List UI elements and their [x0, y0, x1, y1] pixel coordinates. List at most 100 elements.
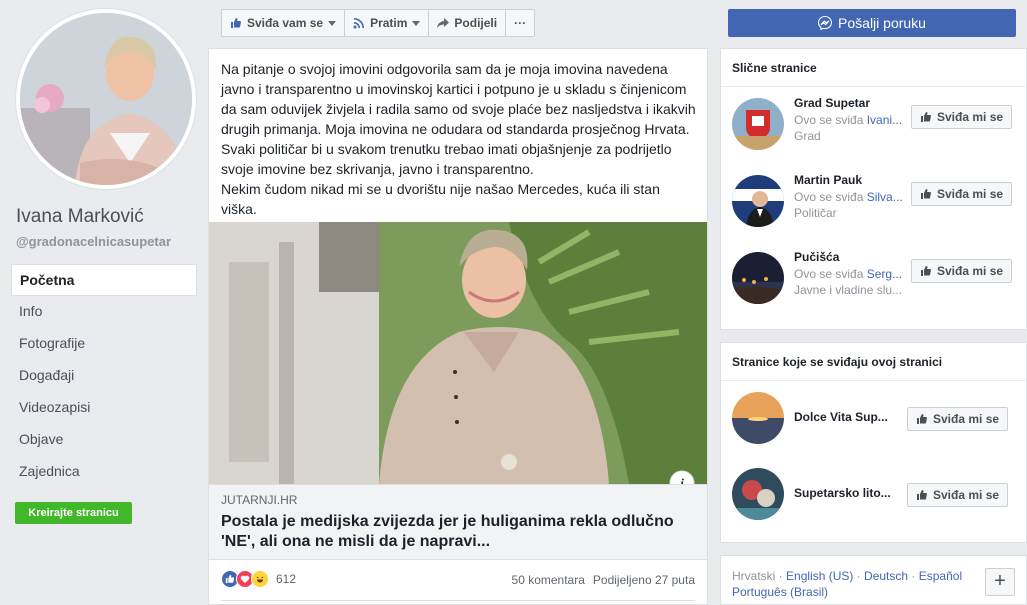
chevron-down-icon [328, 20, 337, 26]
page-nav: Početna Info Fotografije Događaji Videoz… [11, 264, 197, 488]
nav-item-events[interactable]: Događaji [11, 360, 197, 392]
like-page-button[interactable]: Sviđa mi se [911, 105, 1013, 129]
page-avatar[interactable] [732, 392, 784, 444]
like-button-label: Sviđa mi se [933, 488, 1000, 502]
thumbs-up-icon [917, 490, 927, 500]
link-domain: JUTARNJI.HR [221, 493, 298, 507]
post-paragraph: Nekim čudom nikad mi se u dvorištu nije … [221, 181, 660, 217]
current-language: Hrvatski [732, 569, 776, 583]
page-likes: Ovo se sviđa Serg... [794, 267, 903, 281]
post-message: Na pitanje o svojoj imovini odgovorila s… [221, 59, 699, 219]
chevron-down-icon [412, 20, 421, 26]
friend-link[interactable]: Silva... [867, 190, 903, 204]
page-name[interactable]: Dolce Vita Sup... [794, 410, 888, 424]
comment-count[interactable]: 50 komentara [512, 573, 585, 587]
share-arrow-icon [437, 18, 450, 28]
page-name[interactable]: Supetarsko lito... [794, 486, 891, 500]
add-language-button[interactable]: + [985, 568, 1015, 596]
like-button-label: Sviđa mi se [937, 187, 1004, 201]
divider [221, 600, 695, 601]
like-button-label: Sviđa mi se [937, 110, 1004, 124]
page-name[interactable]: Martin Pauk [794, 173, 862, 187]
more-options-button[interactable]: ··· [506, 10, 534, 36]
nav-item-community[interactable]: Zajednica [11, 456, 197, 488]
like-page-button[interactable]: Sviđa mi se [907, 407, 1009, 431]
similar-pages-card: Slične stranice Grad Supetar Ovo se sviđ… [720, 48, 1027, 330]
page-avatar[interactable] [732, 98, 784, 150]
page-avatar[interactable] [732, 468, 784, 520]
list-item: Grad Supetar Ovo se sviđa Ivani... Grad … [721, 87, 1026, 164]
friend-link[interactable]: Serg... [867, 267, 902, 281]
page-name[interactable]: Pučišća [794, 250, 839, 264]
language-list: Hrvatski · English (US) · Deutsch · Espa… [732, 569, 963, 599]
link-preview[interactable]: JUTARNJI.HR Postala je medijska zvijezda… [209, 484, 707, 560]
share-label: Podijeli [454, 16, 498, 30]
post-paragraph: Na pitanje o svojoj imovini odgovorila s… [221, 61, 696, 177]
page-category: Grad [794, 129, 821, 143]
create-page-button[interactable]: Kreirajte stranicu [15, 502, 132, 524]
like-page-button[interactable]: Sviđa mi se [911, 259, 1013, 283]
language-link[interactable]: English (US) [786, 569, 853, 583]
list-item: Supetarsko lito... Sviđa mi se [721, 457, 1026, 533]
like-button-label: Sviđa mi se [937, 264, 1004, 278]
page-likes: Ovo se sviđa Ivani... [794, 113, 903, 127]
nav-item-home[interactable]: Početna [11, 264, 197, 296]
page-category: Javne i vladine slu... [794, 283, 903, 297]
follow-button[interactable]: Pratim [345, 10, 430, 36]
page-avatar[interactable] [732, 252, 784, 304]
thumbs-up-icon [231, 18, 241, 28]
page-likes: Ovo se sviđa Silva... [794, 190, 903, 204]
follow-label: Pratim [370, 16, 408, 30]
page-category: Političar [794, 206, 837, 220]
list-item: Martin Pauk Ovo se sviđa Silva... Politi… [721, 164, 1026, 241]
similar-pages-title: Slične stranice [721, 49, 1026, 87]
article-photo [209, 222, 707, 484]
reaction-count: 612 [276, 572, 297, 586]
share-button[interactable]: Podijeli [429, 10, 507, 36]
page-name[interactable]: Grad Supetar [794, 96, 870, 110]
messenger-icon [818, 16, 833, 30]
language-selector: Hrvatski · English (US) · Deutsch · Espa… [720, 555, 1027, 605]
thumbs-up-icon [921, 266, 931, 276]
page-username[interactable]: @gradonacelnicasupetar [16, 234, 171, 249]
page-avatar[interactable] [732, 175, 784, 227]
nav-item-info[interactable]: Info [11, 296, 197, 328]
nav-item-photos[interactable]: Fotografije [11, 328, 197, 360]
reaction-summary[interactable]: 612 [221, 570, 296, 588]
profile-photo [20, 13, 192, 185]
share-count[interactable]: Podijeljeno 27 puta [593, 573, 695, 587]
info-icon[interactable]: i [669, 470, 695, 484]
profile-picture[interactable] [16, 9, 196, 189]
language-link[interactable]: Deutsch [864, 569, 908, 583]
list-item: Pučišća Ovo se sviđa Serg... Javne i vla… [721, 241, 1026, 318]
post-card: Na pitanje o svojoj imovini odgovorila s… [208, 48, 708, 605]
info-badge-text: i [680, 476, 684, 485]
liked-pages-card: Stranice koje se sviđaju ovoj stranici D… [720, 342, 1027, 543]
thumbs-up-icon [921, 112, 931, 122]
liked-pages-title: Stranice koje se sviđaju ovoj stranici [721, 343, 1026, 381]
rss-icon [353, 18, 365, 29]
link-title: Postala je medijska zvijezda jer je huli… [221, 513, 674, 550]
page-action-bar: Sviđa vam se Pratim Podijeli ··· [221, 9, 536, 37]
profile-photo-art [20, 13, 192, 185]
language-link[interactable]: Português (Brasil) [732, 585, 828, 599]
link-preview-image[interactable]: i [209, 222, 707, 484]
thumbs-up-icon [921, 189, 931, 199]
nav-item-posts[interactable]: Objave [11, 424, 197, 456]
left-column: Ivana Marković @gradonacelnicasupetar Po… [0, 0, 208, 605]
like-page-label: Sviđa vam se [247, 16, 324, 30]
send-message-button[interactable]: Pošalji poruku [728, 9, 1016, 37]
like-page-button[interactable]: Sviđa vam se [222, 10, 346, 36]
thumbs-up-icon [917, 414, 927, 424]
language-link[interactable]: Español [919, 569, 962, 583]
post-stats: 50 komentara Podijeljeno 27 puta [512, 573, 695, 587]
page-title[interactable]: Ivana Marković [16, 206, 144, 228]
friend-link[interactable]: Ivani... [867, 113, 902, 127]
like-page-button[interactable]: Sviđa mi se [911, 182, 1013, 206]
like-button-label: Sviđa mi se [933, 412, 1000, 426]
haha-reaction-icon [251, 570, 269, 588]
list-item: Dolce Vita Sup... Sviđa mi se [721, 381, 1026, 457]
like-page-button[interactable]: Sviđa mi se [907, 483, 1009, 507]
nav-item-videos[interactable]: Videozapisi [11, 392, 197, 424]
send-message-label: Pošalji poruku [838, 15, 926, 31]
